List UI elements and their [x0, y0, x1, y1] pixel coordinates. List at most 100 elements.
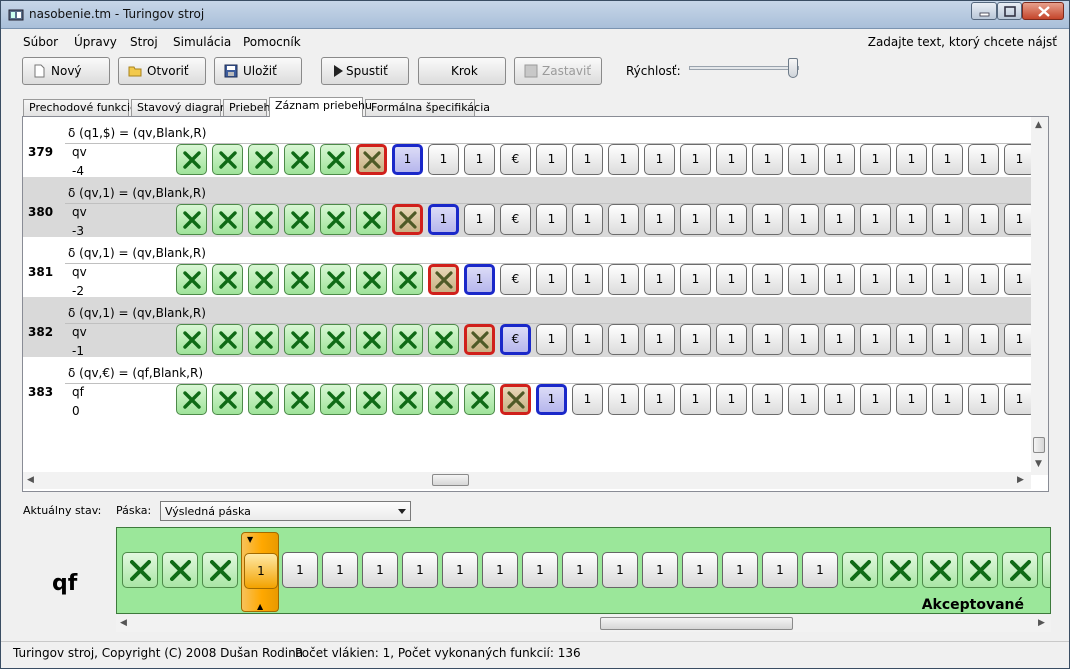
tape-cell: [320, 384, 351, 415]
result-tape-cell: [962, 552, 998, 588]
scroll-right-arrow-icon[interactable]: ▶: [1017, 475, 1024, 485]
scroll-down-arrow-icon[interactable]: ▼: [1035, 459, 1042, 469]
step-button-label: Krok: [451, 64, 478, 78]
tape-select[interactable]: Výsledná páska: [160, 501, 411, 521]
tab-state-diagram[interactable]: Stavový diagram: [131, 99, 231, 116]
tape-cell: [392, 264, 423, 295]
stop-button[interactable]: Zastaviť: [514, 57, 602, 85]
result-tape-cell: 1: [642, 552, 678, 588]
close-button[interactable]: [1022, 2, 1064, 20]
tape-cell: 1: [680, 324, 711, 355]
run-log-horizontal-scrollbar[interactable]: ◀ ▶: [23, 472, 1031, 489]
tape-cell: 1: [860, 144, 891, 175]
new-button[interactable]: Nový: [22, 57, 110, 85]
tape-cell: [212, 384, 243, 415]
blank-x-icon: [327, 151, 345, 169]
tape-cell: [356, 324, 387, 355]
minimize-button[interactable]: [971, 2, 997, 20]
tape-cell: 1: [788, 144, 819, 175]
current-state-label: Aktuálny stav:: [23, 504, 102, 517]
scroll-up-arrow-icon[interactable]: ▲: [1035, 120, 1042, 130]
tape-cell: 1: [572, 384, 603, 415]
tab-transition-functions[interactable]: Prechodové funkcie: [23, 99, 137, 116]
result-tape-cell: [882, 552, 918, 588]
result-tape-cell: 1: [562, 552, 598, 588]
run-log-vertical-scrollbar[interactable]: ▲ ▼: [1031, 117, 1048, 475]
record-position: -1: [72, 344, 84, 358]
tape-cell: 1: [896, 144, 927, 175]
tape-cell: 1: [932, 144, 963, 175]
tape-cell: 1: [716, 264, 747, 295]
tab-formal-specification[interactable]: Formálna špecifikácia: [365, 99, 490, 116]
search-box[interactable]: Zadajte text, ktorý chcete nájsť: [868, 35, 1057, 49]
tape-cell: [356, 264, 387, 295]
result-status: Akceptované: [921, 597, 1024, 613]
tape-cell: [248, 384, 279, 415]
blank-x-icon: [183, 211, 201, 229]
horizontal-scroll-thumb[interactable]: [432, 474, 469, 486]
title-bar[interactable]: nasobenie.tm - Turingov stroj: [1, 1, 1069, 29]
tape-cell: [212, 324, 243, 355]
tape-cell: [248, 204, 279, 235]
tape-cell: [284, 324, 315, 355]
blank-x-icon: [210, 560, 231, 581]
head-tape-cell: 1: [464, 264, 495, 295]
blank-x-icon: [255, 271, 273, 289]
menu-simulation[interactable]: Simulácia: [173, 35, 231, 49]
run-button[interactable]: Spustiť: [321, 57, 409, 85]
blank-x-icon: [1050, 560, 1051, 581]
tab-run-log[interactable]: Záznam priebehu: [269, 97, 372, 117]
result-tape-cell: 1: [522, 552, 558, 588]
maximize-button[interactable]: [997, 2, 1022, 20]
tape-cell: 1: [932, 384, 963, 415]
tape-cell: 1: [968, 324, 999, 355]
maximize-icon: [1004, 6, 1016, 17]
blank-x-icon: [435, 271, 453, 289]
tape-cell: [320, 144, 351, 175]
tape-cell: 1: [572, 144, 603, 175]
tape-head-marker[interactable]: ▼ 1 ▲: [241, 532, 279, 612]
blank-x-icon: [363, 211, 381, 229]
menu-file[interactable]: Súbor: [23, 35, 58, 49]
menu-help[interactable]: Pomocník: [243, 35, 301, 49]
tape-scroll-right-arrow-icon[interactable]: ▶: [1038, 618, 1045, 628]
status-bar: Turingov stroj, Copyright (C) 2008 Dušan…: [1, 641, 1069, 668]
tape-horizontal-scrollbar[interactable]: ◀ ▶: [116, 615, 1051, 632]
transition-formula: δ (qv,€) = (qf,Blank,R): [68, 366, 204, 380]
run-log-panel: 379 δ (q1,$) = (qv,Blank,R) qv -4 1 1 1 €1 1 1 1 1 1…: [22, 116, 1049, 492]
tape-cell: 1: [464, 144, 495, 175]
step-button[interactable]: Krok: [418, 57, 506, 85]
tape-cell: 1: [824, 264, 855, 295]
blank-x-icon: [183, 331, 201, 349]
log-record: 383 δ (qv,€) = (qf,Blank,R) qf 0 1 1 1 1 1 1 1 1 1 1 1…: [23, 357, 1035, 418]
tape-cell: [176, 204, 207, 235]
menu-machine[interactable]: Stroj: [130, 35, 158, 49]
blank-x-icon: [255, 331, 273, 349]
result-tape-cell: 1: [402, 552, 438, 588]
tape-cell: [176, 324, 207, 355]
written-tape-cell: [356, 144, 387, 175]
written-tape-cell: [464, 324, 495, 355]
record-position: -3: [72, 224, 84, 238]
menu-edit[interactable]: Úpravy: [74, 35, 117, 49]
tape-cell: 1: [752, 144, 783, 175]
speed-slider-track[interactable]: [689, 66, 799, 70]
tape-scroll-thumb[interactable]: [600, 617, 793, 630]
tab-run[interactable]: Priebeh: [223, 99, 271, 116]
record-number: 381: [28, 265, 54, 279]
save-disk-icon: [224, 64, 238, 78]
save-button-label: Uložiť: [243, 64, 277, 78]
speed-slider-thumb[interactable]: [788, 58, 798, 78]
open-button[interactable]: Otvoriť: [118, 57, 206, 85]
head-down-arrow-icon: ▲: [257, 602, 264, 611]
tape-scroll-left-arrow-icon[interactable]: ◀: [120, 618, 127, 628]
vertical-scroll-thumb[interactable]: [1033, 437, 1045, 453]
blank-x-icon: [363, 331, 381, 349]
save-button[interactable]: Uložiť: [214, 57, 302, 85]
head-cell: 1: [244, 553, 278, 589]
blank-x-icon: [170, 560, 191, 581]
result-tape-cell: [922, 552, 958, 588]
tape-cell: [176, 264, 207, 295]
tape-cell: 1: [824, 384, 855, 415]
scroll-left-arrow-icon[interactable]: ◀: [27, 475, 34, 485]
